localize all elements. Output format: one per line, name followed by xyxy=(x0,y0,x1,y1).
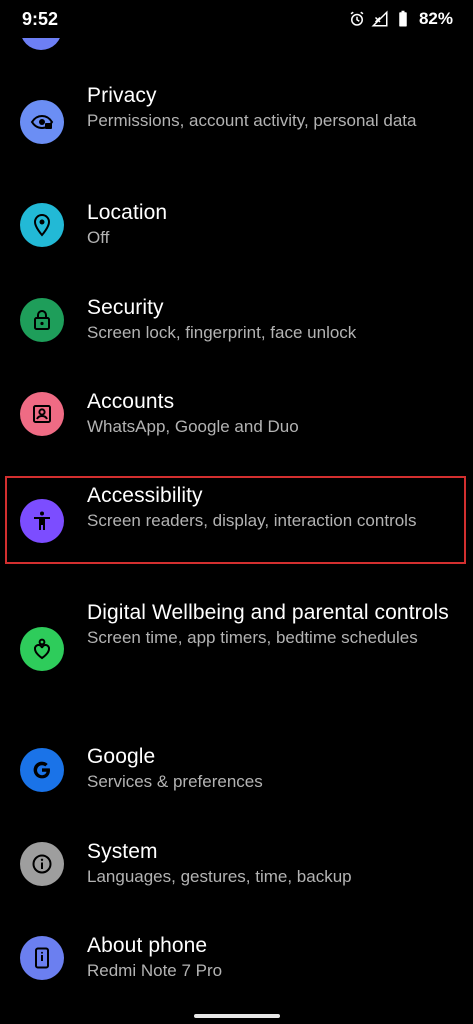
gesture-nav-handle[interactable] xyxy=(194,1014,280,1018)
status-icons: 82% xyxy=(348,9,453,29)
item-title: Accessibility xyxy=(87,484,203,507)
location-pin-icon xyxy=(20,203,64,247)
eye-lock-icon xyxy=(20,100,64,144)
item-title: Security xyxy=(87,296,164,319)
item-subtitle: Languages, gestures, time, backup xyxy=(87,867,352,886)
status-bar: 9:52 82% xyxy=(0,0,473,38)
battery-percent: 82% xyxy=(418,9,453,28)
item-subtitle: Permissions, account activity, personal … xyxy=(87,111,417,130)
google-g-icon xyxy=(20,748,64,792)
item-title: Location xyxy=(87,201,168,224)
info-icon xyxy=(20,842,64,886)
item-subtitle: Screen lock, fingerprint, face unlock xyxy=(87,323,357,342)
item-title: System xyxy=(87,840,158,863)
item-subtitle: Screen time, app timers, bedtime schedul… xyxy=(87,628,418,647)
item-title: Google xyxy=(87,745,156,768)
lock-icon xyxy=(20,298,64,342)
signal-icon xyxy=(371,10,389,28)
alarm-icon xyxy=(348,10,366,28)
item-title: Accounts xyxy=(87,390,175,413)
item-subtitle: WhatsApp, Google and Duo xyxy=(87,417,299,436)
item-subtitle: Screen readers, display, interaction con… xyxy=(87,511,417,530)
item-subtitle: Redmi Note 7 Pro xyxy=(87,961,223,980)
item-subtitle: Services & preferences xyxy=(87,772,263,791)
battery-icon xyxy=(394,10,412,28)
item-title: Privacy xyxy=(87,84,157,107)
status-time: 9:52 xyxy=(22,9,59,29)
item-subtitle: Off xyxy=(87,228,110,247)
account-box-icon xyxy=(20,392,64,436)
item-title: Digital Wellbeing and parental controls xyxy=(87,601,449,624)
wellbeing-heart-icon xyxy=(20,627,64,671)
accessibility-person-icon xyxy=(20,499,64,543)
phone-icon xyxy=(20,936,64,980)
item-title: About phone xyxy=(87,934,208,957)
